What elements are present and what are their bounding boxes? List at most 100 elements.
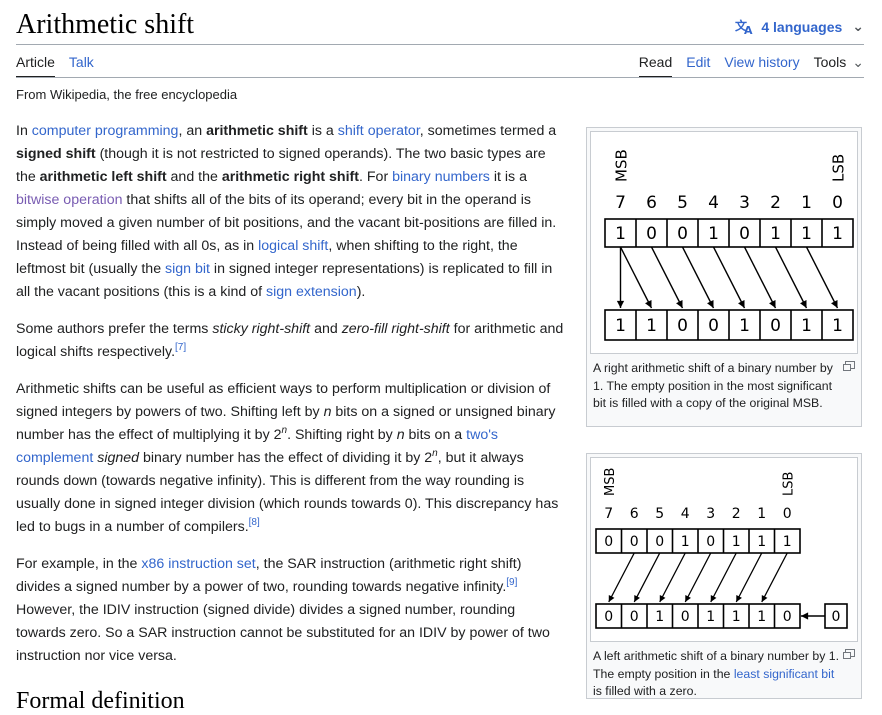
bit-value: 1 bbox=[832, 224, 843, 244]
reference-9[interactable]: [9] bbox=[506, 577, 517, 588]
shift-arrow bbox=[774, 246, 808, 309]
bit-value: 1 bbox=[732, 534, 741, 550]
shift-arrow bbox=[681, 246, 715, 309]
language-selector[interactable]: 文 A 4 languages ⌄ bbox=[735, 18, 864, 35]
shift-arrow bbox=[650, 246, 684, 309]
bit-index-label: 4 bbox=[681, 506, 690, 522]
tabs-divider bbox=[16, 77, 864, 78]
paragraph-terms: Some authors prefer the terms sticky rig… bbox=[16, 321, 564, 360]
shift-arrow bbox=[735, 552, 763, 603]
bit-index-label: 4 bbox=[708, 193, 719, 213]
msb-label: MSB bbox=[613, 149, 631, 182]
figure-left-shift: MSB LSB 7 6 5 4 3 2 1 0 0 0 0 1 0 1 1 1 0 0 1 0 1 1 1 0 0 A left a… bbox=[586, 453, 862, 699]
fill-bit-value: 0 bbox=[832, 609, 841, 625]
bit-index-label: 7 bbox=[615, 193, 626, 213]
shift-arrow bbox=[619, 246, 653, 309]
shift-arrow bbox=[608, 552, 635, 603]
chevron-down-icon: ⌄ bbox=[852, 54, 864, 70]
bit-index-label: 3 bbox=[706, 506, 715, 522]
msb-copy-arrow-head bbox=[616, 300, 625, 308]
shift-arrow bbox=[805, 246, 839, 309]
shift-arrow bbox=[659, 552, 686, 603]
reference-7[interactable]: [7] bbox=[175, 342, 186, 353]
link-sign-bit[interactable]: sign bit bbox=[165, 261, 210, 277]
link-logical-shift[interactable]: logical shift bbox=[258, 238, 328, 254]
shift-arrow bbox=[761, 552, 788, 603]
link-least-significant-bit[interactable]: least significant bit bbox=[734, 667, 834, 681]
bit-value: 0 bbox=[708, 316, 719, 336]
site-tagline: From Wikipedia, the free encyclopedia bbox=[16, 87, 238, 102]
bit-value: 0 bbox=[630, 609, 639, 625]
tools-menu[interactable]: Tools ⌄ bbox=[814, 54, 864, 78]
bit-index-label: 6 bbox=[646, 193, 657, 213]
bit-value: 1 bbox=[646, 316, 657, 336]
bit-value: 0 bbox=[706, 534, 715, 550]
bit-value: 1 bbox=[770, 224, 781, 244]
enlarge-icon[interactable] bbox=[843, 361, 855, 371]
tab-read[interactable]: Read bbox=[638, 54, 673, 78]
shift-arrow bbox=[712, 246, 746, 309]
page-title: Arithmetic shift bbox=[16, 9, 195, 40]
left-shift-svg: MSB LSB7 6 5 4 3 2 1 00 0 0 1 0 1 1 10 0 1 0 1 1 1 0 0 bbox=[595, 468, 848, 629]
figure-right-shift: MSB LSB 7 6 5 4 3 2 1 0 1 0 0 1 0 1 1 1 1 1 0 0 1 0 1 1 A right a… bbox=[586, 127, 862, 427]
lsb-label: LSB bbox=[781, 472, 796, 496]
bit-value: 1 bbox=[706, 609, 715, 625]
bit-value: 0 bbox=[646, 224, 657, 244]
tab-view-history[interactable]: View history bbox=[724, 54, 799, 78]
bit-value: 1 bbox=[832, 316, 843, 336]
bit-value: 1 bbox=[681, 534, 690, 550]
title-divider bbox=[16, 44, 864, 45]
bit-value: 0 bbox=[677, 224, 688, 244]
language-count: 4 languages bbox=[761, 18, 843, 35]
bit-value: 0 bbox=[770, 316, 781, 336]
bit-index-label: 0 bbox=[832, 193, 843, 213]
paragraph-example: For example, in the x86 instruction set,… bbox=[16, 556, 550, 664]
link-x86-instruction-set[interactable]: x86 instruction set bbox=[141, 556, 255, 572]
bit-value: 1 bbox=[615, 224, 626, 244]
link-binary-numbers[interactable]: binary numbers bbox=[392, 169, 490, 185]
bit-value: 1 bbox=[739, 316, 750, 336]
bit-index-label: 7 bbox=[604, 506, 613, 522]
bit-index-label: 5 bbox=[677, 193, 688, 213]
bit-value: 1 bbox=[757, 609, 766, 625]
paragraph-uses: Arithmetic shifts can be useful as effic… bbox=[16, 381, 559, 535]
caption-text: A right arithmetic shift of a binary num… bbox=[593, 361, 833, 410]
caption-text-end: is filled with a zero. bbox=[593, 684, 697, 698]
bit-index-label: 2 bbox=[770, 193, 781, 213]
bit-value: 1 bbox=[655, 609, 664, 625]
bit-index-label: 3 bbox=[739, 193, 750, 213]
bit-value: 1 bbox=[757, 534, 766, 550]
bit-index-label: 6 bbox=[630, 506, 639, 522]
bit-index-label: 2 bbox=[732, 506, 741, 522]
tab-talk[interactable]: Talk bbox=[69, 54, 94, 78]
bit-value: 1 bbox=[801, 316, 812, 336]
shift-arrow bbox=[710, 552, 737, 603]
link-sign-extension[interactable]: sign extension bbox=[266, 284, 357, 300]
left-shift-diagram[interactable]: MSB LSB 7 6 5 4 3 2 1 0 0 0 0 1 0 1 1 1 0 0 1 0 1 1 1 0 0 bbox=[590, 457, 858, 642]
right-shift-svg: MSB LSB7 6 5 4 3 2 1 01 0 0 1 0 1 1 11 1 0 0 1 0 1 1 bbox=[604, 149, 854, 341]
tab-article[interactable]: Article bbox=[16, 54, 55, 78]
bit-value: 1 bbox=[732, 609, 741, 625]
msb-label: MSB bbox=[603, 468, 618, 496]
view-tabs: Read Edit View history Tools ⌄ bbox=[638, 54, 864, 78]
bit-index-label: 1 bbox=[801, 193, 812, 213]
paragraph-intro: In computer programming, an arithmetic s… bbox=[16, 123, 557, 300]
shift-arrow bbox=[633, 552, 661, 603]
bit-index-label: 0 bbox=[783, 506, 792, 522]
lsb-label: LSB bbox=[830, 154, 848, 182]
fill-arrow-head bbox=[801, 612, 809, 620]
right-shift-diagram[interactable]: MSB LSB 7 6 5 4 3 2 1 0 1 0 0 1 0 1 1 1 1 1 0 0 1 0 1 1 bbox=[590, 131, 858, 354]
bit-value: 0 bbox=[739, 224, 750, 244]
tab-edit[interactable]: Edit bbox=[686, 54, 710, 78]
article-body: In computer programming, an arithmetic s… bbox=[16, 120, 568, 682]
bit-value: 0 bbox=[655, 534, 664, 550]
reference-8[interactable]: [8] bbox=[249, 517, 260, 528]
bit-value: 0 bbox=[604, 534, 613, 550]
enlarge-icon[interactable] bbox=[843, 649, 855, 659]
shift-arrow bbox=[684, 552, 712, 603]
link-bitwise-operation[interactable]: bitwise operation bbox=[16, 192, 122, 208]
translate-icon: 文 A bbox=[735, 19, 753, 35]
namespace-tabs: Article Talk bbox=[16, 54, 94, 78]
link-computer-programming[interactable]: computer programming bbox=[32, 123, 179, 139]
link-shift-operator[interactable]: shift operator bbox=[338, 123, 420, 139]
